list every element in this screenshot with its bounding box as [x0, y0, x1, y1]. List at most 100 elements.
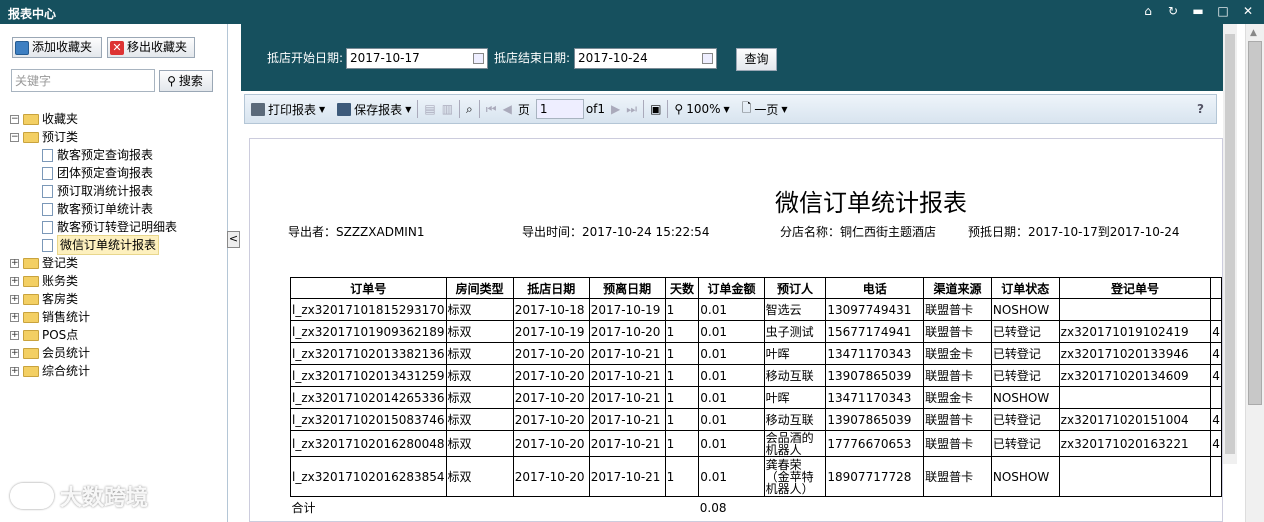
fit-page-icon[interactable]: ▣ [650, 102, 661, 116]
column-header[interactable]: 登记单号 [1058, 277, 1212, 299]
end-date-value: 2017-10-24 [578, 51, 648, 65]
expand-icon[interactable]: + [10, 258, 19, 268]
table-cell [1059, 497, 1211, 519]
tree-folder[interactable]: + 综合统计 [10, 362, 225, 380]
table-cell: 1 [664, 408, 700, 431]
save-report-button[interactable]: 保存报表 ▼ [337, 101, 411, 118]
zoom-dropdown[interactable]: ⚲ 100% ▼ [674, 102, 729, 116]
refresh-icon[interactable]: ↻ [1165, 3, 1181, 19]
page-number-input[interactable]: 1 [535, 99, 584, 119]
window-title: 报表中心 [8, 7, 57, 21]
tree-report-item[interactable]: 微信订单统计报表 [10, 235, 225, 255]
collapse-icon[interactable]: − [10, 132, 19, 142]
column-header[interactable]: 订单金额 [698, 277, 765, 299]
table-row[interactable]: l_zx32017102013431259 标双 2017-10-20 2017-10… [290, 364, 1222, 387]
maximize-icon[interactable]: □ [1215, 3, 1231, 19]
report-page: 微信订单统计报表 导出者：SZZZXADMIN1 导出时间：2017-10-24… [249, 138, 1223, 522]
table-row[interactable]: l_zx32017102015083746 标双 2017-10-20 2017-10… [290, 408, 1222, 431]
column-header[interactable]: 预订人 [763, 277, 827, 299]
add-favorite-button[interactable]: 添加收藏夹 [12, 37, 102, 58]
window-scrollbar-thumb[interactable] [1248, 41, 1262, 405]
view-mode-dropdown[interactable]: 🗋 一页 ▼ [742, 99, 788, 120]
table-cell: 13907865039 [825, 408, 925, 431]
first-page-icon[interactable]: ⏮ [486, 102, 497, 117]
table-cell: l_zx32017101909362189 [290, 320, 447, 343]
start-date-field[interactable]: 2017-10-17 [346, 48, 488, 69]
prev-page-icon[interactable]: ◀ [503, 102, 512, 116]
collapse-sidebar-button[interactable]: < [227, 231, 240, 248]
table-body: l_zx32017101815293170 标双 2017-10-18 2017-10… [290, 298, 1222, 519]
search-button[interactable]: ⚲ 搜索 [159, 70, 213, 92]
column-header[interactable]: 房间类型 [445, 277, 514, 299]
export-icon[interactable]: ▥ [442, 102, 453, 116]
table-cell [665, 497, 699, 519]
last-page-icon[interactable]: ⏭ [626, 102, 637, 117]
column-header[interactable]: 预离日期 [588, 277, 666, 299]
column-header[interactable]: 抵店日期 [512, 277, 590, 299]
folder-icon [23, 131, 39, 143]
tree-folder[interactable]: − 收藏夹 [10, 110, 225, 128]
column-header[interactable]: 订单状态 [990, 277, 1060, 299]
tree-folder[interactable]: + 客房类 [10, 290, 225, 308]
calendar-icon[interactable] [702, 53, 713, 64]
table-cell: l_zx32017102013431259 [290, 364, 447, 387]
tree-report-item[interactable]: 团体预定查询报表 [10, 164, 225, 182]
tree-report-item[interactable]: 散客预订转登记明细表 [10, 218, 225, 236]
column-header[interactable]: 订单号 [290, 277, 447, 299]
table-cell [764, 497, 826, 519]
close-icon[interactable]: ✕ [1240, 3, 1256, 19]
search-input[interactable] [11, 69, 155, 92]
report-scrollbar[interactable] [1223, 24, 1237, 464]
column-header[interactable]: 天数 [664, 277, 700, 299]
collapse-icon[interactable]: − [10, 114, 19, 124]
table-cell [826, 497, 924, 519]
tree-folder[interactable]: − 预订类 [10, 128, 225, 146]
table-cell: 1 [664, 364, 700, 387]
table-row[interactable]: l_zx32017102014265336 标双 2017-10-20 2017-10… [290, 386, 1222, 409]
search-icon: ⚲ [167, 73, 176, 88]
print-report-button[interactable]: 打印报表 ▼ [251, 101, 325, 118]
report-scrollbar-thumb[interactable] [1225, 34, 1235, 454]
tree-report-item[interactable]: 散客预订单统计表 [10, 200, 225, 218]
column-header[interactable]: 渠道来源 [923, 277, 992, 299]
table-row[interactable]: l_zx32017101815293170 标双 2017-10-18 2017-10… [290, 298, 1222, 321]
expand-icon[interactable]: + [10, 348, 19, 358]
tree-folder[interactable]: + 账务类 [10, 272, 225, 290]
table-row[interactable]: l_zx32017101909362189 标双 2017-10-19 2017-10… [290, 320, 1222, 343]
table-cell: 移动互联 [763, 408, 827, 431]
scroll-up-icon[interactable]: ▲ [1250, 28, 1257, 38]
next-page-icon[interactable]: ▶ [611, 102, 620, 116]
tree-folder[interactable]: + 销售统计 [10, 308, 225, 326]
expand-icon[interactable]: + [10, 294, 19, 304]
report-file-icon [42, 166, 53, 180]
zoom-value: 100% [686, 102, 721, 116]
calendar-icon[interactable] [473, 53, 484, 64]
window-scrollbar[interactable]: ▲ [1245, 24, 1264, 522]
expand-icon[interactable]: + [10, 366, 19, 376]
expand-icon[interactable]: + [10, 312, 19, 322]
help-icon[interactable]: ? [1197, 102, 1204, 116]
view-mode-icon: 🗋 [741, 100, 752, 115]
query-button[interactable]: 查询 [736, 48, 777, 71]
tree-report-item[interactable]: 散客预定查询报表 [10, 146, 225, 164]
expand-icon[interactable]: + [10, 276, 19, 286]
minimize-icon[interactable]: ▬ [1190, 3, 1206, 19]
end-date-field[interactable]: 2017-10-24 [574, 48, 717, 69]
table-row[interactable]: l_zx32017102016280048 标双 2017-10-20 2017-10… [290, 430, 1222, 457]
table-cell: 标双 [445, 342, 514, 365]
column-header[interactable]: 电话 [825, 277, 925, 299]
tree-report-item[interactable]: 预订取消统计报表 [10, 182, 225, 200]
find-icon[interactable]: ⌕ [466, 102, 473, 117]
tree-folder[interactable]: + 会员统计 [10, 344, 225, 362]
table-cell: 已转登记 [990, 408, 1060, 431]
remove-favorite-button[interactable]: ✕ 移出收藏夹 [107, 37, 195, 58]
tree-folder[interactable]: + POS点 [10, 326, 225, 344]
table-row[interactable]: l_zx32017102013382136 标双 2017-10-20 2017-10… [290, 342, 1222, 365]
table-row[interactable]: l_zx32017102016283854 标双 2017-10-20 2017-10… [290, 456, 1222, 497]
tree-folder[interactable]: + 登记类 [10, 254, 225, 272]
expand-icon[interactable]: + [10, 330, 19, 340]
branch-text: 分店名称：铜仁西街主题酒店 [780, 225, 937, 239]
column-header[interactable] [1210, 277, 1222, 299]
page-setup-icon[interactable]: ▤ [424, 102, 435, 116]
home-icon[interactable]: ⌂ [1140, 3, 1156, 19]
